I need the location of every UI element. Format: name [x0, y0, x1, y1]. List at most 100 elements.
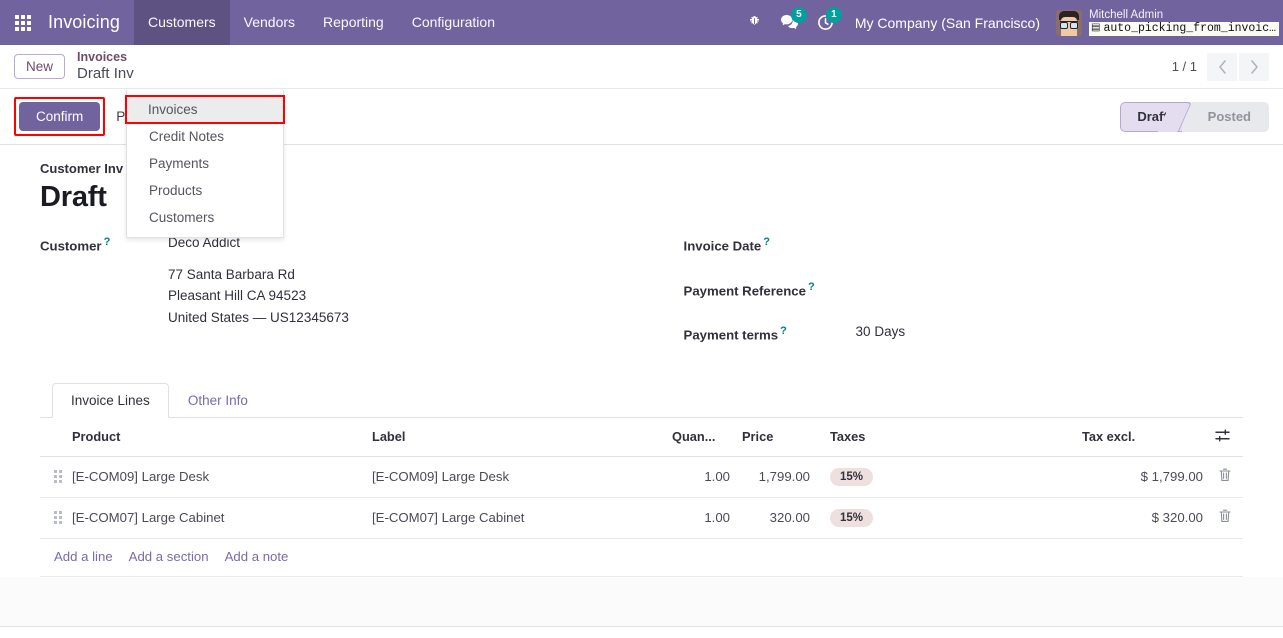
cell-subtotal: $ 1,799.00 [1076, 456, 1209, 498]
drag-handle-icon[interactable] [54, 470, 66, 484]
sliders-icon [1215, 429, 1230, 442]
field-label-address-spacer [40, 264, 168, 265]
cell-product[interactable]: [E-COM09] Large Desk [66, 456, 366, 498]
cell-quantity[interactable]: 1.00 [666, 456, 736, 498]
apps-menu-button[interactable] [0, 0, 46, 45]
confirm-button[interactable]: Confirm [19, 102, 101, 131]
chevron-left-icon [1218, 59, 1226, 74]
notebook: Invoice Lines Other Info Product Label Q… [40, 382, 1243, 577]
form-column-right: Invoice Date? Payment Reference? Payment… [666, 235, 1243, 352]
cell-price[interactable]: 320.00 [736, 497, 816, 539]
address-line-2: Pleasant Hill CA 94523 [168, 288, 307, 304]
drag-handle-icon[interactable] [54, 511, 66, 525]
systray: 5 1 My Company (San Francisco) Mitchell … [738, 0, 1283, 45]
confirm-button-highlight: Confirm [14, 97, 106, 136]
dropdown-item-credit-notes[interactable]: Credit Notes [127, 123, 283, 150]
trash-icon[interactable] [1219, 509, 1231, 526]
help-tooltip-icon[interactable]: ? [763, 236, 770, 248]
company-switcher[interactable]: My Company (San Francisco) [843, 15, 1052, 31]
help-tooltip-icon[interactable]: ? [780, 325, 787, 337]
cell-price[interactable]: 1,799.00 [736, 456, 816, 498]
dropdown-item-products[interactable]: Products [127, 177, 283, 204]
cell-quantity[interactable]: 1.00 [666, 497, 736, 539]
field-label-payment-reference: Payment Reference? [684, 280, 856, 298]
pager-previous-button[interactable] [1207, 52, 1237, 81]
cell-delete[interactable] [1209, 497, 1243, 539]
control-panel: New Invoices Draft Inv 1 / 1 Confirm Pre [0, 45, 1283, 238]
trash-glyph [1219, 509, 1231, 523]
activities-button[interactable]: 1 [808, 0, 843, 45]
table-row[interactable]: [E-COM07] Large Cabinet [E-COM07] Large … [40, 497, 1243, 539]
pager-value: 1 / 1 [1171, 59, 1197, 74]
label-text-payment-terms: Payment terms [683, 327, 779, 343]
customers-dropdown-menu: Invoices Credit Notes Payments Products … [125, 90, 285, 238]
address-line-3: United States — US12345673 [168, 309, 349, 325]
column-options-icon[interactable] [1215, 429, 1230, 445]
breadcrumb: Invoices Draft Inv [77, 50, 134, 82]
new-button[interactable]: New [14, 54, 66, 79]
sheet-bottom-area [0, 576, 1283, 627]
row-drag-handle[interactable] [40, 456, 66, 498]
row-drag-handle[interactable] [40, 497, 66, 539]
dropdown-item-invoices[interactable]: Invoices [125, 95, 285, 124]
dropdown-item-payments[interactable]: Payments [127, 150, 283, 177]
th-tax-excluded-total[interactable]: Tax excl. [1076, 417, 1209, 457]
add-a-section-link[interactable]: Add a section [129, 549, 209, 564]
dropdown-item-customers[interactable]: Customers [127, 204, 283, 231]
user-name: Mitchell Admin [1089, 8, 1164, 21]
th-quantity[interactable]: Quan... [666, 417, 736, 457]
menu-reporting[interactable]: Reporting [309, 0, 398, 45]
invoice-lines-table: Product Label Quan... Price Taxes Tax ex… [40, 417, 1243, 539]
cell-taxes[interactable]: 15% [816, 456, 1076, 498]
table-row[interactable]: [E-COM09] Large Desk [E-COM09] Large Des… [40, 456, 1243, 498]
cell-taxes[interactable]: 15% [816, 497, 1076, 539]
trash-icon[interactable] [1219, 468, 1231, 485]
th-column-options[interactable] [1209, 417, 1243, 457]
trash-glyph [1219, 468, 1231, 482]
menu-configuration[interactable]: Configuration [398, 0, 509, 45]
label-text-customer: Customer [40, 238, 102, 254]
field-spacer [684, 264, 1243, 280]
tab-invoice-lines[interactable]: Invoice Lines [52, 382, 169, 418]
database-name: auto_picking_from_invoic… [1103, 21, 1276, 35]
user-menu-button[interactable]: Mitchell Admin ▤ auto_picking_from_invoi… [1052, 8, 1279, 37]
breadcrumb-parent-invoices[interactable]: Invoices [77, 50, 134, 65]
tax-badge[interactable]: 15% [830, 508, 874, 527]
th-taxes[interactable]: Taxes [816, 417, 1076, 457]
grid-apps-icon [15, 14, 31, 31]
th-label[interactable]: Label [366, 417, 666, 457]
help-tooltip-icon[interactable]: ? [808, 281, 815, 293]
menu-vendors[interactable]: Vendors [230, 0, 309, 45]
breadcrumb-current-record: Draft Inv [77, 65, 134, 83]
debug-menu-button[interactable] [738, 0, 771, 45]
pager-next-button[interactable] [1239, 52, 1269, 81]
app-brand-invoicing[interactable]: Invoicing [46, 0, 134, 45]
field-invoice-date: Invoice Date? [684, 235, 1243, 253]
messages-button[interactable]: 5 [771, 0, 808, 45]
messages-count-badge: 5 [790, 7, 807, 23]
add-a-line-link[interactable]: Add a line [54, 549, 113, 564]
tab-other-info[interactable]: Other Info [169, 383, 267, 418]
th-product[interactable]: Product [66, 417, 366, 457]
tax-badge[interactable]: 15% [830, 467, 874, 486]
cell-product[interactable]: [E-COM07] Large Cabinet [66, 497, 366, 539]
label-text-invoice-date: Invoice Date [683, 238, 762, 254]
pager: 1 / 1 [1171, 52, 1269, 81]
help-tooltip-icon[interactable]: ? [104, 236, 111, 248]
menu-customers[interactable]: Customers [133, 0, 230, 45]
field-value-payment-terms[interactable]: 30 Days [856, 324, 906, 339]
field-payment-reference: Payment Reference? [684, 280, 1243, 298]
field-label-payment-terms: Payment terms? [684, 324, 856, 342]
address-block: 77 Santa Barbara Rd Pleasant Hill CA 945… [168, 264, 349, 328]
field-spacer [684, 308, 1243, 324]
address-line-1: 77 Santa Barbara Rd [168, 266, 295, 282]
label-text-payment-reference: Payment Reference [683, 283, 806, 299]
cell-label[interactable]: [E-COM07] Large Cabinet [366, 497, 666, 539]
th-price[interactable]: Price [736, 417, 816, 457]
cell-label[interactable]: [E-COM09] Large Desk [366, 456, 666, 498]
status-step-draft[interactable]: Draft [1120, 101, 1182, 132]
cell-delete[interactable] [1209, 456, 1243, 498]
invoice-lines-header: Product Label Quan... Price Taxes Tax ex… [40, 417, 1243, 457]
add-a-note-link[interactable]: Add a note [225, 549, 289, 564]
status-step-posted[interactable]: Posted [1182, 102, 1269, 132]
